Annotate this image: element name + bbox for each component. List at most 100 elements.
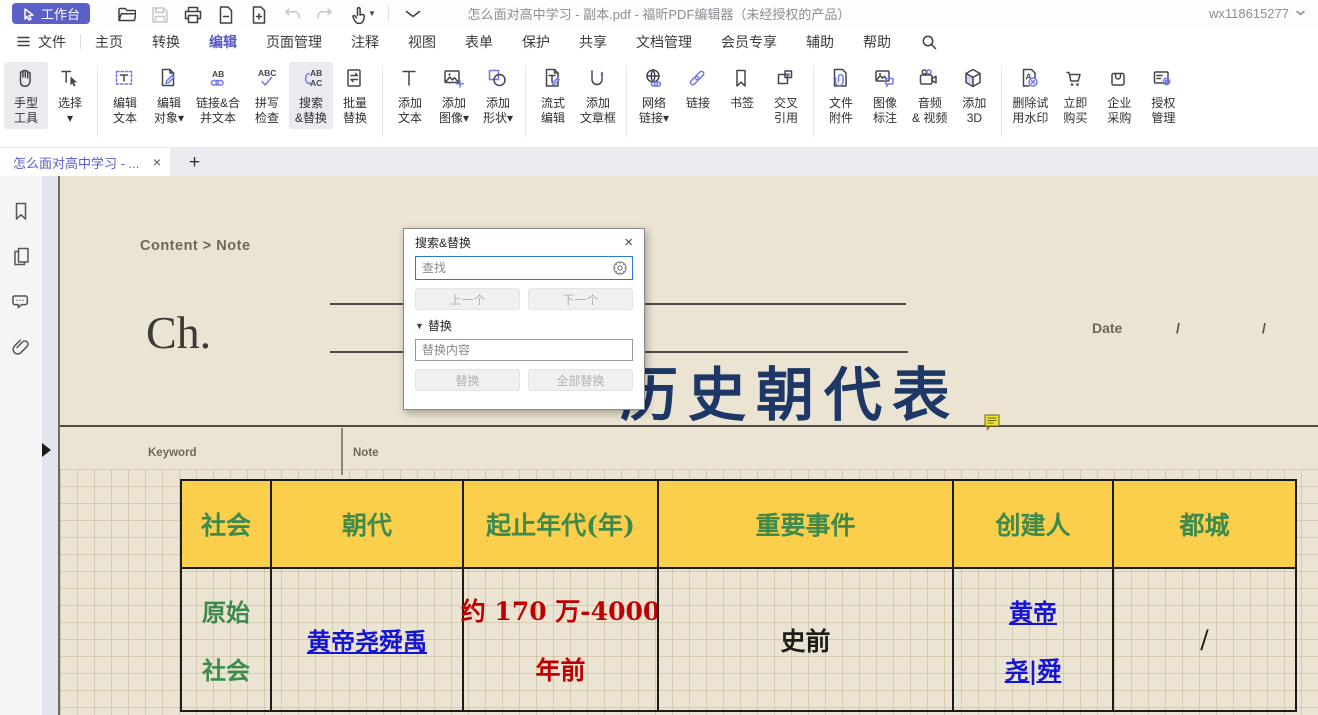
replace-input[interactable] [415,339,633,361]
web-link-icon [641,66,668,93]
touch-select-button[interactable]: ▼ [347,4,376,24]
toolbar-item-search-replace[interactable]: ABAC 搜索&替换 [289,62,333,129]
search-options-gear-icon[interactable] [612,260,628,276]
next-button[interactable]: 下一个 [528,288,633,310]
menu-item-assist[interactable]: 辅助 [806,32,834,52]
dialog-close-icon[interactable]: × [624,235,633,250]
founder-link[interactable]: 尧|舜 [1005,651,1062,686]
svg-text:AC: AC [310,78,322,88]
undo-button[interactable] [281,4,301,24]
toolbar-item-hand-tool[interactable]: 手型工具 [4,62,48,129]
toolbar-item-add-shape[interactable]: 添加形状▾ [476,62,520,129]
document-tab[interactable]: 怎么面对高中学习 - ... × [0,148,170,176]
toolbar-item-batch-replace[interactable]: 批量替换 [333,62,377,129]
menu-item-convert[interactable]: 转换 [152,32,180,52]
replace-all-button[interactable]: 全部替换 [528,369,633,391]
toolbar-item-remove-trial-watermark[interactable]: A 删除试用水印 [1007,62,1053,129]
left-panel-bar [0,176,42,715]
pages-panel-icon[interactable] [10,245,32,267]
document-title: 历史朝代表 [620,348,960,432]
menu-item-comment[interactable]: 注释 [351,32,379,52]
menu-item-member[interactable]: 会员专享 [721,32,777,52]
open-file-button[interactable] [116,4,136,24]
batch-replace-icon [342,66,369,93]
toolbar-item-image-annotation[interactable]: 图像标注 [863,62,907,129]
cross-reference-icon [773,66,800,93]
toolbar-item-enterprise-purchase[interactable]: 企业采购 [1097,62,1141,129]
window-title: 怎么面对高中学习 - 副本.pdf - 福昕PDF编辑器（未经授权的产品） [468,4,851,23]
user-account[interactable]: wx118615277 [1209,6,1306,21]
founder-link[interactable]: 黄帝 [1009,593,1057,628]
find-input[interactable] [415,256,633,280]
svg-text:ABC: ABC [258,68,276,78]
menu-file[interactable]: 文件 [16,32,66,52]
toolbar-item-add-3d[interactable]: 添加3D [952,62,996,129]
page-add-button[interactable] [248,4,268,24]
toolbar-item-cross-reference[interactable]: 交叉引用 [764,62,808,129]
toolbar-item-spell-check[interactable]: ABC 拼写检查 [245,62,289,129]
tabbar: 怎么面对高中学习 - ... × + [0,148,1318,176]
menu-item-home[interactable]: 主页 [95,32,123,52]
toolbar-item-file-attachment[interactable]: 文件附件 [819,62,863,129]
menu-separator [80,35,81,49]
toolbar-item-web-link[interactable]: 网络链接▾ [632,62,676,129]
menu-item-share[interactable]: 共享 [579,32,607,52]
toolbar-item-audio-video[interactable]: 音频& 视频 [907,62,952,129]
enterprise-purchase-icon [1106,66,1133,93]
attachments-panel-icon[interactable] [10,335,32,357]
header-cell-society: 社会 [182,481,270,567]
page-remove-button[interactable] [215,4,235,24]
toolbar-item-license-manage[interactable]: 授权管理 [1141,62,1185,129]
panel-expand-handle[interactable] [42,443,51,457]
toolbar-item-edit-text[interactable]: 编辑文本 [103,62,147,129]
new-tab-button[interactable]: + [189,153,200,172]
more-tools-button[interactable] [402,4,422,24]
comments-panel-icon[interactable] [10,290,32,312]
menu-item-protect[interactable]: 保护 [522,32,550,52]
toolbar-item-edit-object[interactable]: 编辑对象▾ [147,62,191,129]
redo-button[interactable] [314,4,334,24]
date-label: Date [1092,320,1122,336]
save-button[interactable] [149,4,169,24]
spell-check-icon: ABC [254,66,281,93]
toolbar-item-add-image[interactable]: 添加图像▾ [432,62,476,129]
menu-item-page-manage[interactable]: 页面管理 [266,32,322,52]
menu-item-help[interactable]: 帮助 [863,32,891,52]
header-cell-period: 起止年代(年) [462,481,657,567]
link-icon [685,66,712,93]
cursor-icon [22,7,36,21]
keyword-label: Keyword [148,447,197,459]
header-cell-capital: 都城 [1112,481,1295,567]
toolbar-item-add-article-box[interactable]: 添加文章框 [575,62,621,129]
toolbar-item-link[interactable]: 链接 [676,62,720,114]
menu-item-doc-manage[interactable]: 文档管理 [636,32,692,52]
find-buttons: 上一个 下一个 [415,288,633,310]
license-manage-icon [1150,66,1177,93]
menu-item-view[interactable]: 视图 [408,32,436,52]
toolbar-separator [1001,66,1002,137]
replace-section-toggle[interactable]: ▼ 替换 [415,317,633,334]
toolbar-item-bookmark[interactable]: 书签 [720,62,764,114]
toolbar-item-select[interactable]: 选择▾ [48,62,92,129]
sticky-note-annotation-icon[interactable] [984,414,1001,432]
toolbar-item-buy-now[interactable]: 立即购买 [1053,62,1097,129]
print-button[interactable] [182,4,202,24]
menu-item-form[interactable]: 表单 [465,32,493,52]
find-field-wrap [415,256,633,280]
note-label: Note [353,447,379,459]
workspace-button[interactable]: 工作台 [12,3,90,24]
dynasty-link[interactable]: 黄帝尧舜禹 [307,622,427,657]
bookmarks-panel-icon[interactable] [10,200,32,222]
header-cell-founder: 创建人 [952,481,1112,567]
dialog-header: 搜索&替换 × [404,229,644,255]
search-replace-icon: ABAC [298,66,325,93]
toolbar-item-add-text[interactable]: 添加文本 [388,62,432,129]
toolbar-item-flow-edit[interactable]: 流式编辑 [531,62,575,129]
tab-close-icon[interactable]: × [153,154,161,170]
menu-search-icon[interactable] [920,33,938,51]
menu-item-edit[interactable]: 编辑 [209,32,237,52]
replace-button[interactable]: 替换 [415,369,520,391]
previous-button[interactable]: 上一个 [415,288,520,310]
select-cursor-icon [57,66,84,93]
toolbar-item-link-merge-text[interactable]: AB 链接&合并文本 [191,62,245,129]
